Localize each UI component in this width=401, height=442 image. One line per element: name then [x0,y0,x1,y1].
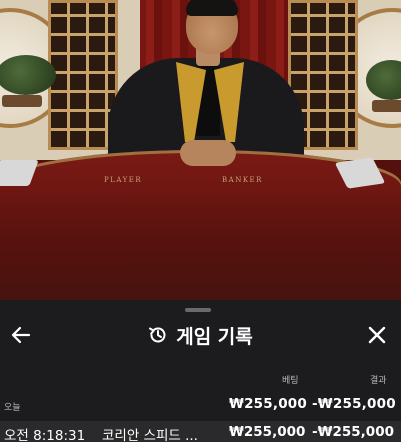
bonsai-pot-left [2,95,42,107]
section-label-today: 오늘 [4,403,21,413]
sheet-header: 게임 기록 [0,320,401,350]
table-label-banker: BANKER [222,176,263,184]
bonsai-pot-right [372,100,401,112]
section-total-bet: ₩255,000 [229,396,307,412]
close-icon [368,326,386,344]
section-total-result: -₩255,000 [312,396,396,412]
sheet-drag-handle[interactable] [185,308,211,312]
history-icon [149,327,166,343]
table-label-player: PLAYER [104,176,143,184]
live-video-feed[interactable]: PLAYER BANKER [0,0,401,300]
app-screen: PLAYER BANKER 게임 기록 베팅 결과 오늘 ₩255,000 -₩… [0,0,401,442]
history-row-game: 코리안 스피드 ... [102,428,198,442]
column-header-result: 결과 [370,376,387,386]
history-row-time: 오전 8:18:31 [4,428,86,442]
history-row-result: -₩255,000 [312,424,394,440]
dealer-hair [186,0,238,16]
column-header-bet: 베팅 [282,376,299,386]
close-button[interactable] [364,322,390,348]
history-row-bet: ₩255,000 [229,424,306,440]
game-history-sheet: 게임 기록 베팅 결과 오늘 ₩255,000 -₩255,000 오전 8:1… [0,300,401,442]
dealer-hands [180,140,236,166]
video-fade-overlay [0,190,401,300]
sheet-title: 게임 기록 [176,325,253,348]
